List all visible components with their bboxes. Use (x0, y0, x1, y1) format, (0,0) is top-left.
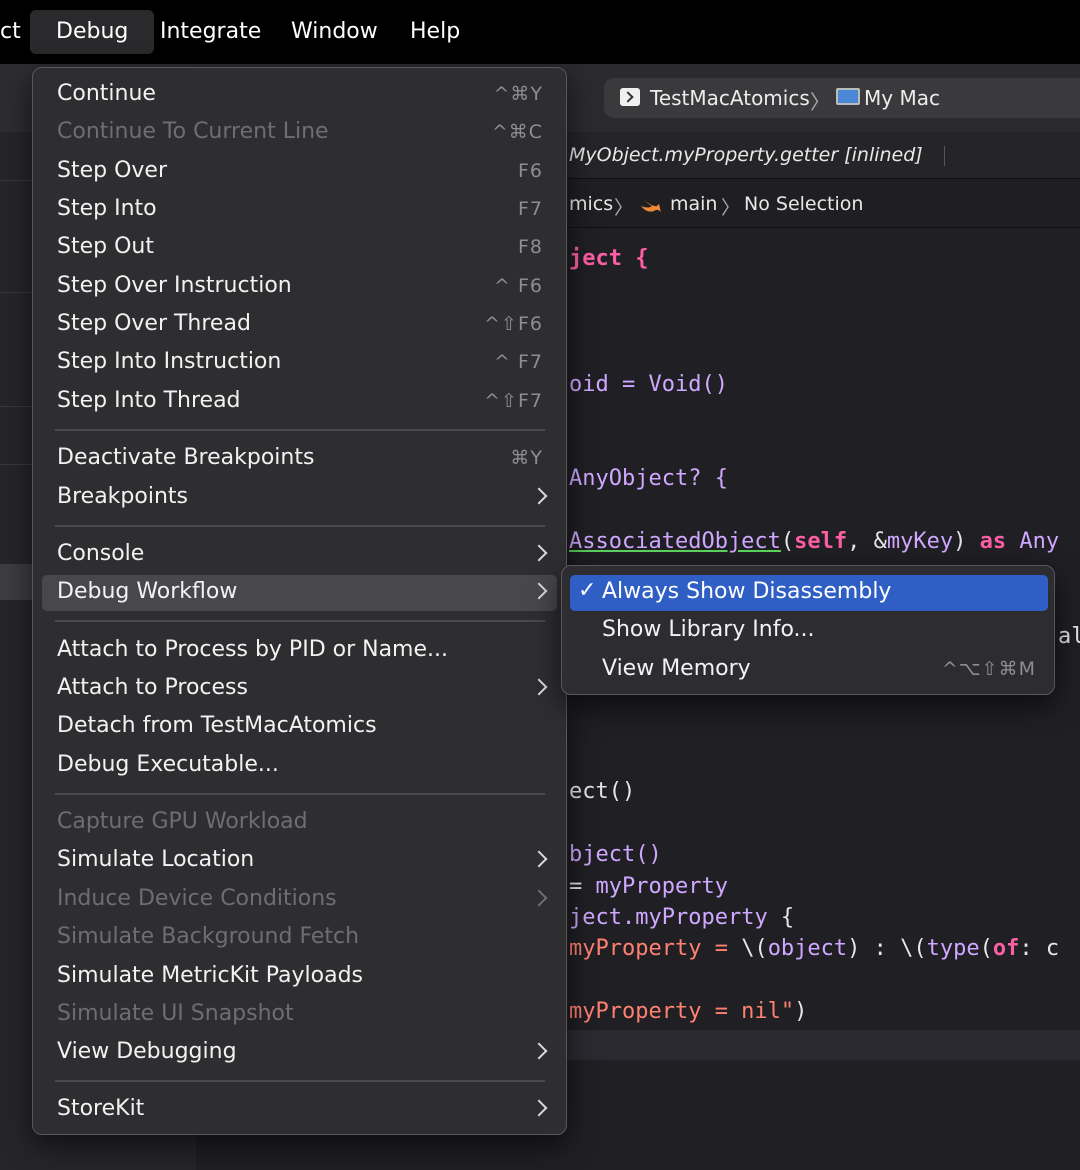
jump-bar-selection[interactable]: No Selection (744, 193, 863, 215)
chevron-right-icon (530, 1042, 548, 1060)
submenu-item-view-memory[interactable]: View Memory ^⌥⇧⌘M (570, 652, 1048, 688)
shortcut-label: F7 (517, 198, 543, 220)
chevron-right-icon: 〉 (810, 90, 830, 114)
submenu-item-show-library-info[interactable]: Show Library Info... (570, 613, 1048, 649)
menu-item-deactivate-breakpoints[interactable]: Deactivate Breakpoints ⌘Y (42, 441, 557, 477)
divider (944, 146, 945, 166)
code-line: bject() (569, 842, 662, 867)
menu-item-view-debugging[interactable]: View Debugging (42, 1035, 557, 1071)
menubar-item-window[interactable]: Window (265, 10, 404, 54)
shortcut-label: ^⌘Y (493, 83, 543, 105)
menu-separator (55, 525, 545, 527)
menu-item-debug-executable[interactable]: Debug Executable... (42, 748, 557, 784)
chevron-right-icon (530, 850, 548, 868)
menu-item-simulate-background-fetch: Simulate Background Fetch (57, 924, 360, 949)
laptop-icon (836, 88, 860, 105)
menu-item-simulate-metrickit-payloads[interactable]: Simulate MetricKit Payloads (42, 959, 557, 995)
chevron-right-icon (530, 544, 548, 562)
menu-item-console[interactable]: Console (42, 537, 557, 573)
shortcut-label: F8 (517, 236, 543, 258)
menu-item-induce-device-conditions: Induce Device Conditions (42, 882, 557, 918)
menu-item-continue[interactable]: Continue ^⌘Y (42, 77, 557, 113)
menu-separator (55, 620, 545, 622)
menu-item-step-into-instruction[interactable]: Step Into Instruction ^ F7 (42, 345, 557, 381)
menu-bar: ct Debug Integrate Window Help (0, 0, 1080, 64)
menu-item-detach[interactable]: Detach from TestMacAtomics (42, 709, 557, 745)
menu-item-breakpoints[interactable]: Breakpoints (42, 480, 557, 516)
menubar-item-help[interactable]: Help (384, 10, 486, 54)
code-line: AssociatedObject(self, &myKey) as Any (569, 529, 1060, 554)
code-line: = myProperty (569, 874, 728, 899)
shortcut-label: ^⌘C (491, 121, 543, 143)
scheme-selector[interactable]: TestMacAtomics 〉 My Mac (604, 78, 1080, 118)
menu-item-simulate-location[interactable]: Simulate Location (42, 843, 557, 879)
shortcut-label: ^⌥⇧⌘M (941, 658, 1036, 680)
code-line: ject.myProperty { (569, 905, 795, 930)
menu-separator (55, 1080, 545, 1082)
shortcut-label: ^ F6 (494, 275, 543, 297)
code-line: myProperty = \(object) : \(type(of: c (569, 936, 1060, 961)
menu-item-continue-to-current-line: Continue To Current Line ^⌘C (57, 119, 543, 144)
terminal-app-icon (620, 88, 640, 106)
code-line: myProperty = nil") (569, 999, 808, 1024)
shortcut-label: ^⇧F6 (484, 313, 543, 335)
menu-item-step-over-instruction[interactable]: Step Over Instruction ^ F6 (42, 269, 557, 305)
submenu-item-always-show-disassembly[interactable]: ✓ Always Show Disassembly (570, 575, 1048, 611)
menu-item-storekit[interactable]: StoreKit (42, 1092, 557, 1128)
code-line: ject { (569, 246, 649, 271)
chevron-right-icon (530, 678, 548, 696)
scheme-name: TestMacAtomics (650, 86, 810, 110)
shortcut-label: ^ F7 (494, 351, 543, 373)
menu-separator (55, 793, 545, 795)
menu-item-capture-gpu-workload: Capture GPU Workload (57, 809, 308, 834)
chevron-right-icon (530, 487, 548, 505)
code-line: ect() (569, 779, 636, 804)
stack-frame-label[interactable]: MyObject.myProperty.getter [inlined] (569, 144, 923, 166)
checkmark-icon: ✓ (578, 578, 597, 603)
chevron-right-icon (530, 889, 548, 907)
jump-bar-file[interactable]: mics (569, 193, 613, 215)
code-line: al (1058, 624, 1080, 649)
menu-item-step-over[interactable]: Step Over F6 (42, 154, 557, 190)
debug-menu: Continue ^⌘Y Continue To Current Line ^⌘… (32, 67, 567, 1135)
chevron-right-icon: 〉 (721, 197, 741, 219)
menu-separator (55, 429, 545, 431)
menu-item-debug-workflow[interactable]: Debug Workflow (42, 575, 557, 611)
destination-name: My Mac (864, 86, 940, 110)
menu-item-attach-by-pid[interactable]: Attach to Process by PID or Name... (42, 633, 557, 669)
menu-item-attach-to-process[interactable]: Attach to Process (42, 671, 557, 707)
chevron-right-icon: 〉 (614, 197, 634, 219)
chevron-right-icon (530, 1099, 548, 1117)
chevron-right-icon (530, 582, 548, 600)
code-line: oid = Void() (569, 372, 728, 397)
shortcut-label: F6 (517, 160, 543, 182)
menu-item-simulate-ui-snapshot: Simulate UI Snapshot (57, 1001, 294, 1026)
menu-item-step-out[interactable]: Step Out F8 (42, 230, 557, 266)
swift-icon (641, 198, 661, 212)
debug-workflow-submenu: ✓ Always Show Disassembly Show Library I… (561, 565, 1055, 695)
menu-item-step-into[interactable]: Step Into F7 (42, 192, 557, 228)
jump-bar-symbol[interactable]: main (670, 193, 717, 215)
menu-item-step-over-thread[interactable]: Step Over Thread ^⇧F6 (42, 307, 557, 343)
shortcut-label: ⌘Y (510, 447, 543, 469)
menu-item-step-into-thread[interactable]: Step Into Thread ^⇧F7 (42, 384, 557, 420)
code-line: AnyObject? { (569, 466, 728, 491)
shortcut-label: ^⇧F7 (484, 390, 543, 412)
